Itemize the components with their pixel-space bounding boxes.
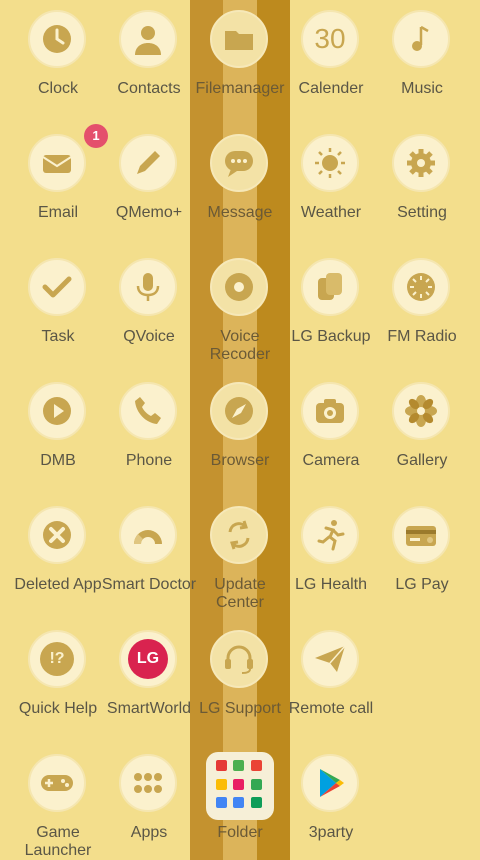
app-label: Folder — [217, 824, 263, 841]
gear-icon — [392, 134, 450, 192]
app-label: 3party — [308, 824, 354, 841]
gamepad-icon — [28, 754, 86, 812]
app-label: Smart Doctor — [101, 576, 197, 593]
app-label: Gallery — [396, 452, 448, 469]
help-text: !? — [40, 642, 74, 676]
app-label: Task — [41, 328, 75, 345]
pencil-icon — [119, 134, 177, 192]
app-label: Phone — [125, 452, 173, 469]
app-label: QMemo+ — [115, 204, 183, 221]
compass-icon — [210, 382, 268, 440]
app-label: Message — [207, 204, 273, 221]
checkmark-icon — [28, 258, 86, 316]
app-label: Email — [37, 204, 78, 221]
sheets-mini-icon — [250, 797, 262, 809]
drive-mini-icon — [233, 760, 245, 771]
lg-globe-icon: LG — [119, 630, 177, 688]
gauge-icon — [119, 506, 177, 564]
chat-bubble-icon — [210, 134, 268, 192]
app-label: LG Support — [199, 700, 281, 717]
help-bubble-icon: !? — [28, 630, 86, 688]
gmail-mini-icon — [250, 760, 262, 771]
app-label: Camera — [302, 452, 360, 469]
app-label: Remote call — [288, 700, 374, 717]
app-label: Filemanager — [195, 80, 285, 97]
docs-mini-icon — [233, 797, 245, 809]
envelope-icon — [28, 134, 86, 192]
app-label: Update Center — [214, 576, 266, 611]
app-label: LG Backup — [291, 328, 371, 345]
x-circle-icon — [28, 506, 86, 564]
youtube-mini-icon — [216, 760, 227, 771]
runner-icon — [301, 506, 359, 564]
folder-icon — [210, 10, 268, 68]
app-label: Contacts — [117, 80, 181, 97]
lg-logo-text: LG — [128, 639, 168, 679]
play-store-icon — [301, 754, 359, 812]
app-label: Weather — [300, 204, 362, 221]
app-label: Voice Recoder — [209, 328, 271, 363]
record-icon — [210, 258, 268, 316]
app-label: Apps — [130, 824, 168, 841]
paper-plane-icon — [301, 630, 359, 688]
music-note-icon — [392, 10, 450, 68]
play-icon — [28, 382, 86, 440]
backup-cards-icon — [301, 258, 359, 316]
app-label: Setting — [397, 204, 447, 221]
play-movies-mini-icon — [233, 778, 245, 790]
app-label: LG Pay — [395, 576, 449, 593]
app-folder-icon — [206, 752, 274, 820]
app-label: Browser — [210, 452, 270, 469]
flower-icon — [392, 382, 450, 440]
app-label: LG Health — [294, 576, 368, 593]
app-label: QVoice — [123, 328, 175, 345]
microphone-icon — [119, 258, 177, 316]
calendar-30-icon: 30 — [301, 10, 359, 68]
radio-dial-icon — [392, 258, 450, 316]
app-grid: Clock Contacts Filemanager 30 Calender M… — [0, 0, 480, 860]
app-label: Music — [401, 80, 443, 97]
notification-badge: 1 — [84, 124, 108, 148]
phone-handset-icon — [119, 382, 177, 440]
sun-icon — [301, 134, 359, 192]
app-label: SmartWorld — [106, 700, 192, 717]
camera-icon — [301, 382, 359, 440]
app-label: Deleted App — [14, 576, 102, 593]
app-label: Quick Help — [18, 700, 98, 717]
clock-icon — [28, 10, 86, 68]
app-grid-icon — [119, 754, 177, 812]
chrome-mini-icon — [216, 797, 227, 809]
photos-mini-icon — [216, 778, 227, 790]
app-label: Calender — [298, 80, 364, 97]
refresh-arrows-icon — [210, 506, 268, 564]
credit-card-icon — [392, 506, 450, 564]
person-icon — [119, 10, 177, 68]
calendar-date-text: 30 — [314, 23, 346, 54]
headset-icon — [210, 630, 268, 688]
app-label: DMB — [40, 452, 76, 469]
app-label: Clock — [37, 80, 78, 97]
app-label: Game Launcher — [24, 824, 92, 859]
maps-mini-icon — [250, 778, 262, 790]
app-label: FM Radio — [387, 328, 457, 345]
